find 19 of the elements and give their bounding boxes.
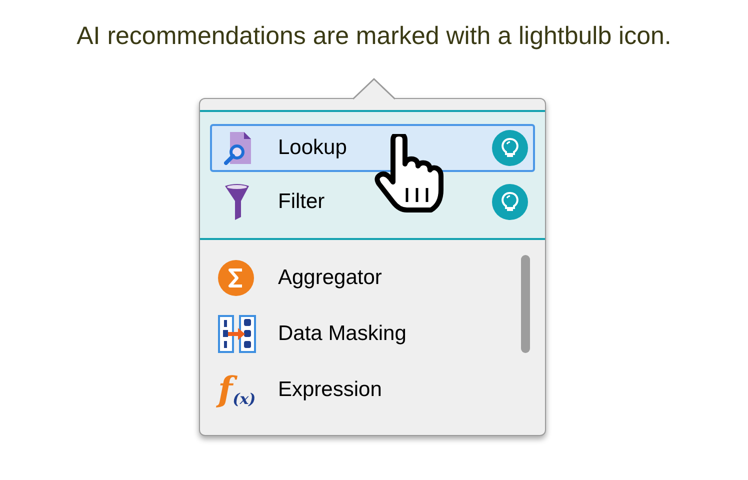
lightbulb-icon <box>492 184 528 220</box>
menu-item[interactable]: Aggregator <box>218 250 521 306</box>
menu-item[interactable]: Data Masking <box>218 306 521 362</box>
data-masking-icon <box>218 315 256 353</box>
sigma-icon <box>218 260 254 296</box>
menu-item[interactable]: f(x) Expression <box>218 362 521 418</box>
funnel-icon <box>224 183 250 221</box>
scrollbar[interactable] <box>521 255 530 353</box>
menu-item-label: Expression <box>278 377 382 404</box>
hand-cursor-icon <box>373 134 445 214</box>
menu-item-label: Aggregator <box>278 265 382 292</box>
menu-item-label: Filter <box>278 189 326 216</box>
caption: AI recommendations are marked with a lightbulb icon. <box>76 21 672 52</box>
menu-item-label: Data Masking <box>278 321 406 348</box>
function-icon: f(x) <box>218 373 256 407</box>
document-search-icon <box>224 131 252 165</box>
lightbulb-icon <box>492 130 528 166</box>
menu-item-label: Lookup <box>278 135 348 162</box>
menu-item[interactable]: Lookup <box>210 124 535 172</box>
